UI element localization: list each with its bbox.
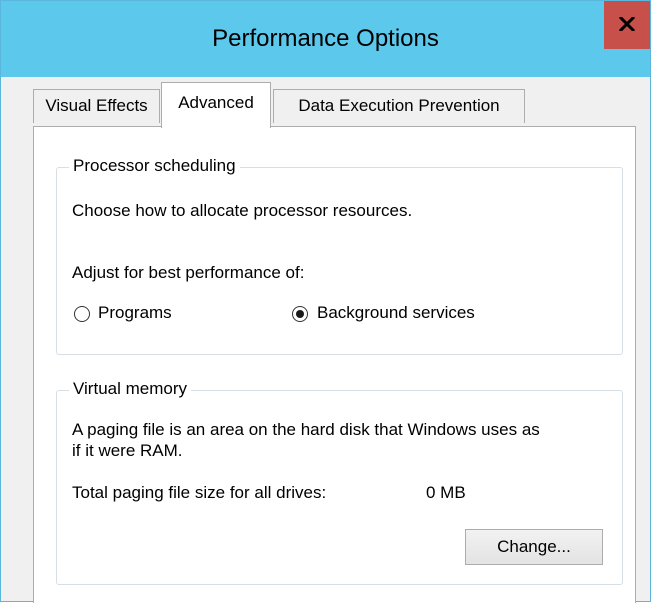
tab-data-execution-prevention[interactable]: Data Execution Prevention xyxy=(273,89,525,123)
advanced-tab-panel: Processor scheduling Choose how to alloc… xyxy=(33,126,636,603)
close-icon xyxy=(619,17,635,31)
processor-scheduling-group: Processor scheduling Choose how to alloc… xyxy=(56,156,623,355)
background-services-radio[interactable] xyxy=(292,306,308,322)
performance-options-dialog: Performance Options Visual Effects Advan… xyxy=(0,0,651,603)
virtual-memory-group: Virtual memory A paging file is an area … xyxy=(56,379,623,585)
total-paging-file-label: Total paging file size for all drives: xyxy=(72,483,327,502)
background-services-radio-label[interactable]: Background services xyxy=(317,303,475,323)
change-button[interactable]: Change... xyxy=(465,529,603,565)
tab-visual-effects[interactable]: Visual Effects xyxy=(33,89,160,123)
programs-radio[interactable] xyxy=(74,306,90,322)
processor-scheduling-description: Choose how to allocate processor resourc… xyxy=(72,201,413,220)
adjust-for-label: Adjust for best performance of: xyxy=(72,263,305,282)
title-bar[interactable]: Performance Options xyxy=(1,1,650,77)
tab-label: Data Execution Prevention xyxy=(298,96,500,115)
processor-scheduling-legend: Processor scheduling xyxy=(69,156,240,176)
virtual-memory-legend: Virtual memory xyxy=(69,379,191,399)
tab-strip: Visual Effects Advanced Data Execution P… xyxy=(33,77,651,128)
tab-label: Visual Effects xyxy=(45,96,148,115)
virtual-memory-description-line-2: if it were RAM. xyxy=(72,441,183,460)
programs-radio-label[interactable]: Programs xyxy=(98,303,172,323)
total-paging-file-value: 0 MB xyxy=(426,483,466,502)
close-button[interactable] xyxy=(604,1,650,49)
tab-label: Advanced xyxy=(178,93,254,112)
radio-selected-dot xyxy=(296,310,304,318)
window-title: Performance Options xyxy=(212,25,439,52)
virtual-memory-description-line-1: A paging file is an area on the hard dis… xyxy=(72,420,540,439)
tab-advanced[interactable]: Advanced xyxy=(161,82,271,128)
